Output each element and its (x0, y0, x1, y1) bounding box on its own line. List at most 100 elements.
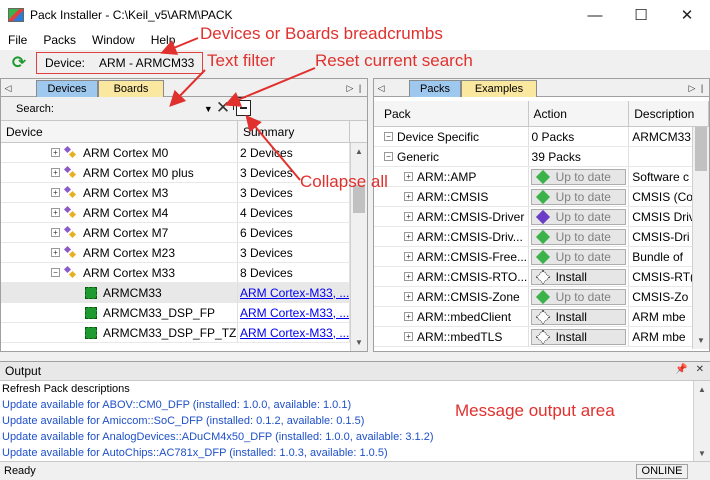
column-description[interactable]: Description (629, 101, 710, 126)
collapse-icon[interactable]: − (384, 152, 393, 161)
tree-row[interactable]: + ARM::CMSIS Up to date CMSIS (Co (374, 187, 709, 207)
tab-scroll-left-icon[interactable]: ◁ (376, 81, 386, 95)
chevron-down-icon[interactable]: ▼ (204, 104, 213, 114)
tab-scroll-end-icon[interactable]: | (697, 81, 707, 95)
tree-row-selected[interactable]: ARMCM33 ARM Cortex-M33, ... (1, 283, 367, 303)
tab-scroll-left-icon[interactable]: ◁ (3, 81, 13, 95)
expand-icon[interactable]: + (404, 192, 413, 201)
tree-row[interactable]: − ARM Cortex M33 8 Devices (1, 263, 367, 283)
tree-row[interactable]: ARMCM33_DSP_FP ARM Cortex-M33, ... (1, 303, 367, 323)
tree-row[interactable]: + ARM::CMSIS-Zone Up to date CMSIS-Zo (374, 287, 709, 307)
install-button[interactable]: Install (530, 328, 626, 345)
collapse-icon[interactable]: − (51, 268, 60, 277)
status-bar: Ready ONLINE (0, 461, 710, 480)
tab-packs[interactable]: Packs (409, 80, 461, 97)
annotation-message-area: Message output area (455, 401, 615, 420)
tree-row[interactable]: + ARM::CMSIS-RTO... Install CMSIS-RT( (374, 267, 709, 287)
tab-scroll-end-icon[interactable]: | (355, 81, 365, 95)
up-to-date-button[interactable]: Up to date (530, 228, 626, 245)
tree-row[interactable]: + ARM::CMSIS-Driv... Up to date CMSIS-Dri (374, 227, 709, 247)
pack-name: ARM::mbedTLS (417, 329, 503, 344)
tree-row[interactable]: ARMCM33_DSP_FP_TZ ARM Cortex-M33, ... (1, 323, 367, 343)
tree-row[interactable]: + ARM Cortex M23 3 Devices (1, 243, 367, 263)
expand-icon[interactable]: + (404, 332, 413, 341)
pack-action-text: 0 Packs (529, 127, 630, 146)
up-to-date-button[interactable]: Up to date (530, 288, 626, 305)
tree-row[interactable]: + ARM Cortex M0 2 Devices (1, 143, 367, 163)
tree-row[interactable]: + ARM::CMSIS-Free... Up to date Bundle of (374, 247, 709, 267)
expand-icon[interactable]: + (404, 212, 413, 221)
expand-icon[interactable]: + (404, 252, 413, 261)
scroll-down-icon[interactable]: ▼ (693, 332, 709, 349)
device-name: ARM Cortex M33 (83, 265, 176, 280)
install-button[interactable]: Install (530, 308, 626, 325)
collapse-all-icon[interactable] (233, 97, 251, 116)
tree-row[interactable]: + ARM::AMP Up to date Software c (374, 167, 709, 187)
pack-name: ARM::CMSIS (417, 189, 489, 204)
tree-row[interactable]: + ARM::mbedTLS Install ARM mbe (374, 327, 709, 347)
output-scrollbar[interactable]: ▲ ▼ (693, 381, 710, 462)
up-to-date-button[interactable]: Up to date (530, 208, 626, 225)
menu-file[interactable]: File (0, 33, 35, 47)
tree-row[interactable]: + ARM::mbedClient Install ARM mbe (374, 307, 709, 327)
tab-devices[interactable]: Devices (36, 80, 98, 97)
device-name: ARM Cortex M23 (83, 245, 176, 260)
expand-icon[interactable]: + (404, 172, 413, 181)
expand-icon[interactable]: + (404, 292, 413, 301)
column-action[interactable]: Action (529, 101, 630, 126)
refresh-icon[interactable]: ⟳ (10, 53, 28, 72)
device-summary-link[interactable]: ARM Cortex-M33, ... (240, 286, 349, 300)
column-pack[interactable]: Pack (374, 101, 529, 126)
up-to-date-icon (535, 189, 550, 204)
expand-icon[interactable]: + (404, 312, 413, 321)
up-to-date-icon (535, 249, 550, 264)
packs-tree: − Device Specific 0 Packs ARMCM33 − Generi… (374, 127, 709, 349)
column-summary[interactable]: Summary (238, 121, 350, 142)
maximize-button[interactable]: ☐ (618, 0, 664, 30)
expand-icon[interactable]: + (51, 208, 60, 217)
scroll-up-icon[interactable]: ▲ (694, 381, 710, 398)
device-name: ARM Cortex M0 plus (83, 165, 194, 180)
expand-icon[interactable]: + (51, 148, 60, 157)
up-to-date-button[interactable]: Up to date (530, 248, 626, 265)
device-family-icon (64, 266, 77, 279)
tree-row[interactable]: + ARM Cortex M7 6 Devices (1, 223, 367, 243)
menu-window[interactable]: Window (84, 33, 143, 47)
expand-icon[interactable]: − (384, 132, 393, 141)
device-summary-link[interactable]: ARM Cortex-M33, ... (240, 306, 349, 320)
close-output-icon[interactable]: ✕ (696, 364, 704, 375)
scroll-down-icon[interactable]: ▼ (351, 334, 367, 351)
up-to-date-button[interactable]: Up to date (530, 168, 626, 185)
packs-scrollbar[interactable]: ▲ ▼ (692, 127, 709, 349)
expand-icon[interactable]: + (404, 272, 413, 281)
install-button[interactable]: Install (530, 268, 626, 285)
menu-packs[interactable]: Packs (35, 33, 84, 47)
scroll-down-icon[interactable]: ▼ (694, 445, 710, 462)
tree-row[interactable]: − Generic 39 Packs (374, 147, 709, 167)
search-input[interactable] (61, 100, 202, 117)
status-text: Ready (4, 465, 36, 477)
reset-search-icon[interactable]: ✕ (215, 98, 231, 117)
up-to-date-button[interactable]: Up to date (530, 188, 626, 205)
minimize-button[interactable]: — (572, 0, 618, 30)
tab-scroll-right-icon[interactable]: ▷ (345, 81, 355, 95)
column-device[interactable]: Device (1, 121, 238, 142)
tab-examples[interactable]: Examples (461, 80, 537, 97)
tree-row[interactable]: + ARM Cortex M4 4 Devices (1, 203, 367, 223)
expand-icon[interactable]: + (51, 228, 60, 237)
tree-row[interactable]: + ARM::CMSIS-Driver Up to date CMSIS Driv (374, 207, 709, 227)
tab-scroll-right-icon[interactable]: ▷ (687, 81, 697, 95)
expand-icon[interactable]: + (51, 168, 60, 177)
menu-help[interactable]: Help (143, 33, 184, 47)
pack-name: ARM::mbedClient (417, 309, 512, 324)
pin-icon[interactable]: 📌 (675, 364, 687, 375)
expand-icon[interactable]: + (51, 248, 60, 257)
close-button[interactable]: ✕ (664, 0, 710, 30)
tree-row[interactable]: − Device Specific 0 Packs ARMCM33 (374, 127, 709, 147)
scroll-thumb[interactable] (695, 127, 707, 171)
scroll-up-icon[interactable]: ▲ (351, 143, 367, 160)
expand-icon[interactable]: + (404, 232, 413, 241)
expand-icon[interactable]: + (51, 188, 60, 197)
device-summary-link[interactable]: ARM Cortex-M33, ... (240, 326, 349, 340)
tab-boards[interactable]: Boards (98, 80, 164, 97)
